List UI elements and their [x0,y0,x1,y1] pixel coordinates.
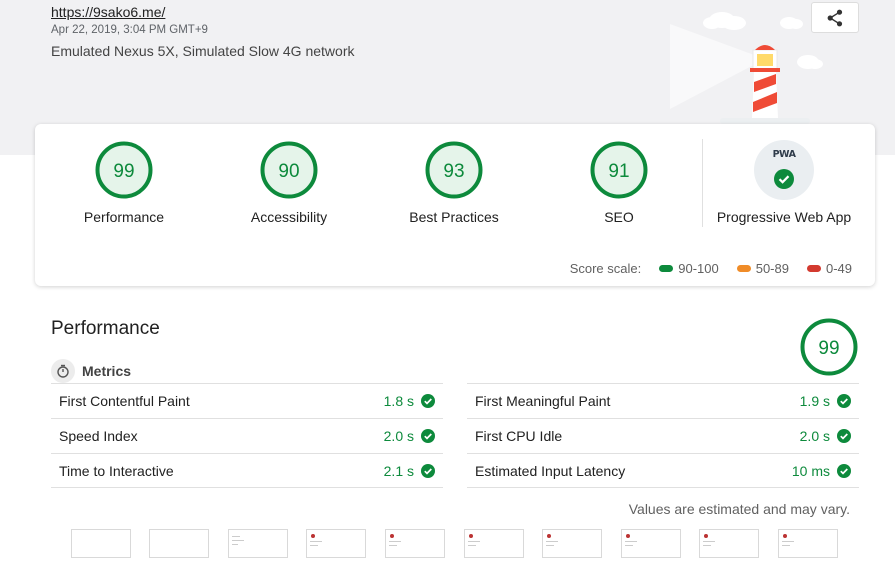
metric-name: Estimated Input Latency [475,462,626,479]
score-ring: 91 [590,141,648,199]
environment-info: Emulated Nexus 5X, Simulated Slow 4G net… [51,43,355,59]
estimate-note: Values are estimated and may vary. [628,501,850,517]
metric-row: Speed Index 2.0 s [51,418,443,453]
metric-value: 2.0 s [383,428,414,444]
filmstrip-frame [778,529,838,558]
filmstrip-frame [306,529,366,558]
report-url-link[interactable]: https://9sako6.me/ [51,4,165,20]
gauge-performance[interactable]: 99 Performance [49,140,199,225]
metric-row: First Contentful Paint 1.8 s [51,383,443,418]
metric-name: First CPU Idle [475,428,563,444]
pwa-badge-icon: PWA [754,140,814,200]
metric-value: 2.0 s [799,428,830,444]
share-button[interactable] [811,2,859,33]
filmstrip-frame [542,529,602,558]
score-value: 99 [818,338,839,359]
metrics-column-left: First Contentful Paint 1.8 s Speed Index… [51,383,443,488]
metric-value: 1.9 s [799,393,830,409]
metric-row: Time to Interactive 2.1 s [51,453,443,488]
check-icon [774,169,794,189]
metric-name: Time to Interactive [59,462,174,479]
pwa-badge-text: PWA [772,149,796,160]
pass-check-icon [837,394,851,408]
metrics-column-right: First Meaningful Paint 1.9 s First CPU I… [467,383,859,488]
score-value: 90 [278,161,299,182]
metric-name: First Meaningful Paint [475,393,611,409]
filmstrip-frame [621,529,681,558]
pass-check-icon [421,429,435,443]
gauge-best-practices[interactable]: 93 Best Practices [379,140,529,225]
pass-check-icon [837,429,851,443]
gauge-label: Best Practices [409,209,499,225]
metric-value: 1.8 s [383,393,414,409]
share-icon [827,9,843,26]
pass-check-icon [837,463,851,478]
metric-row: Estimated Input Latency 10 ms [467,453,859,488]
lighthouse-illustration [670,12,823,124]
report-date: Apr 22, 2019, 3:04 PM GMT+9 [51,24,208,36]
filmstrip-frame [699,529,759,558]
pass-check-icon [421,463,435,478]
filmstrip-frame [385,529,445,558]
scale-range-average: 50-89 [736,261,789,276]
filmstrip-frame [71,529,131,558]
gauge-label: Accessibility [250,209,328,225]
gauge-label: Progressive Web App [716,209,852,225]
filmstrip-frame [464,529,524,558]
metrics-header: Metrics [51,359,131,383]
stopwatch-icon [51,359,75,383]
score-value: 91 [608,161,629,182]
gauge-label: SEO [604,209,634,225]
metric-row: First Meaningful Paint 1.9 s [467,383,859,418]
metric-value: 10 ms [791,462,830,479]
score-ring: 99 [95,141,153,199]
metric-name: Speed Index [59,428,138,444]
metric-row: First CPU Idle 2.0 s [467,418,859,453]
section-title: Performance [51,318,160,339]
metric-name: First Contentful Paint [59,393,190,409]
gauge-accessibility[interactable]: 90 Accessibility [214,140,364,225]
category-scores-card: 99 Performance 90 Accessibility 93 Best … [35,124,875,286]
filmstrip-frame [149,529,209,558]
divider [702,139,703,227]
score-scale: Score scale: 90-100 50-89 0-49 [570,261,852,276]
metric-value: 2.1 s [383,462,414,479]
gauge-label: Performance [83,209,165,225]
filmstrip-frame [228,529,288,558]
metrics-title: Metrics [82,363,132,379]
scale-range-fail: 0-49 [806,261,852,276]
gauge-pwa[interactable]: PWA Progressive Web App [709,140,859,225]
score-ring: 93 [425,141,483,199]
score-ring: 90 [260,141,318,199]
pass-check-icon [421,394,435,408]
score-scale-title: Score scale: [569,261,642,276]
scale-range-pass: 90-100 [659,261,719,276]
performance-score-gauge: 99 [800,318,858,376]
score-value: 99 [113,161,134,182]
gauge-seo[interactable]: 91 SEO [544,140,694,225]
score-value: 93 [443,161,464,182]
